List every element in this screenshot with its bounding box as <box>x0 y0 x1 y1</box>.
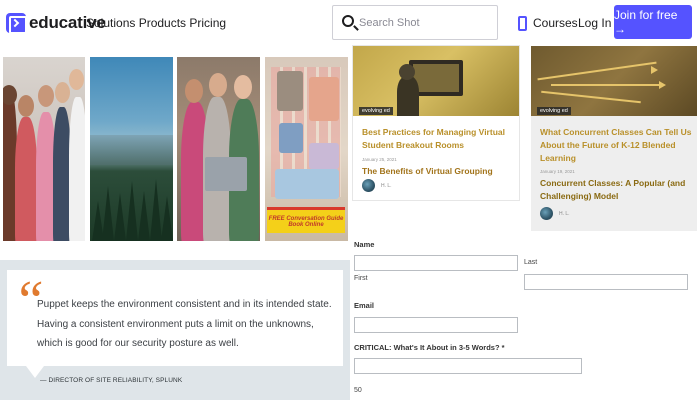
top-navbar: educative Solutions Products Pricing Cou… <box>0 0 700 46</box>
person-head <box>209 73 227 97</box>
critical-answer-field[interactable] <box>354 358 582 374</box>
first-name-field[interactable] <box>354 255 518 271</box>
critical-question-label: CRITICAL: What's It About in 3-5 Words? … <box>354 343 505 352</box>
educative-logo-icon <box>6 13 27 34</box>
person-head <box>234 75 252 99</box>
character-count: 50 <box>354 387 362 394</box>
student-head <box>399 64 415 80</box>
courses-link[interactable]: Courses <box>518 14 578 32</box>
person-figure <box>15 117 37 241</box>
book-photo <box>275 169 339 199</box>
blog-card-title[interactable]: What Concurrent Classes Can Tell Us Abou… <box>540 126 692 165</box>
blog-card[interactable]: evolving ed Best Practices for Managing … <box>353 46 519 200</box>
courses-label: Courses <box>533 16 578 30</box>
mobile-phone-icon <box>518 15 527 31</box>
book-photo <box>309 143 339 169</box>
tree <box>126 181 138 241</box>
search-input[interactable] <box>359 14 489 32</box>
login-link[interactable]: Log In <box>578 16 611 30</box>
last-name-sublabel: Last <box>524 259 538 266</box>
arrow-line <box>537 61 657 81</box>
blog-card[interactable]: evolving ed What Concurrent Classes Can … <box>531 46 697 231</box>
author-avatar <box>362 179 375 192</box>
first-name-sublabel: First <box>354 275 368 282</box>
search-icon <box>342 15 354 27</box>
arrow-head <box>659 81 666 89</box>
tree <box>138 191 150 241</box>
conversation-guide-book-image: FREE Conversation Guide Book Online <box>265 57 348 241</box>
author-avatar <box>540 207 553 220</box>
book-photo <box>309 77 339 121</box>
nav-links[interactable]: Solutions Products Pricing <box>86 16 226 30</box>
book-photo <box>277 71 303 111</box>
students-group-photo <box>3 57 85 241</box>
blog-card-image <box>531 46 697 116</box>
monitor-screen <box>413 64 459 92</box>
person-head <box>69 69 84 90</box>
blog-card-subtitle[interactable]: Concurrent Classes: A Popular (and Chall… <box>540 177 692 203</box>
blog-card-date: January 19, 2021 <box>540 169 575 174</box>
book-photo <box>279 123 303 153</box>
mountain-landscape-photo <box>90 57 173 241</box>
testimonial-author: — DIRECTOR OF SITE RELIABILITY, SPLUNK <box>40 377 183 384</box>
author-name: H. L. <box>381 183 392 189</box>
arrow-line <box>551 84 661 86</box>
last-name-field[interactable] <box>524 274 688 290</box>
name-label: Name <box>354 240 375 249</box>
blog-card-title[interactable]: Best Practices for Managing Virtual Stud… <box>362 126 514 152</box>
email-field[interactable] <box>354 317 518 333</box>
arrow-line <box>541 90 641 104</box>
person-head <box>38 85 54 107</box>
person-figure <box>69 97 85 241</box>
search-box[interactable] <box>332 5 498 40</box>
blog-card-subtitle[interactable]: The Benefits of Virtual Grouping <box>362 165 514 178</box>
blog-card-tag: evolving ed <box>359 107 393 115</box>
student-silhouette <box>397 76 419 116</box>
email-label: Email <box>354 301 375 310</box>
students-laptop-photo <box>177 57 260 241</box>
arrow-head <box>651 66 658 74</box>
blog-card-image <box>353 46 519 116</box>
person-head <box>55 82 70 103</box>
blog-card-date: January 25, 2021 <box>362 157 397 162</box>
person-head <box>18 95 34 117</box>
book-banner: FREE Conversation Guide Book Online <box>267 207 345 233</box>
person-head <box>185 79 203 103</box>
blog-card-tag: evolving ed <box>537 107 571 115</box>
tree <box>114 193 126 241</box>
person-head <box>3 85 17 105</box>
author-name: H. L. <box>559 211 570 217</box>
testimonial-text: Puppet keeps the environment consistent … <box>37 299 332 349</box>
laptop <box>205 157 247 191</box>
mountain-range <box>90 135 173 165</box>
tree <box>161 196 173 241</box>
join-for-free-button[interactable]: Join for free → <box>614 5 692 39</box>
tree <box>102 186 114 241</box>
